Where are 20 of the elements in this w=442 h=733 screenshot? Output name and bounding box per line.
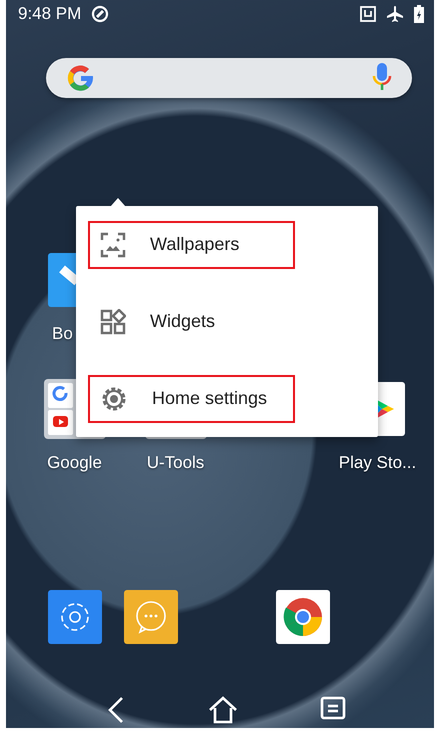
nfc-icon xyxy=(360,6,376,22)
app-label[interactable]: Play Sto... xyxy=(338,453,416,473)
airplane-icon xyxy=(386,4,404,23)
google-g-icon xyxy=(66,62,96,93)
sync-icon xyxy=(91,4,110,23)
widgets-icon xyxy=(100,308,126,334)
microphone-icon xyxy=(372,62,392,93)
settings-icon xyxy=(100,384,128,412)
status-time: 9:48 PM xyxy=(18,4,82,24)
chrome-icon xyxy=(276,590,330,644)
chat-bubble-icon xyxy=(124,590,178,644)
settings-icon xyxy=(48,590,102,644)
battery-icon xyxy=(414,4,424,23)
menu-item[interactable]: Wallpapers xyxy=(88,220,295,268)
menu-item[interactable]: Home settings xyxy=(88,374,295,422)
image-icon xyxy=(100,232,126,258)
app-label[interactable]: U-Tools xyxy=(146,453,204,473)
app-label[interactable]: Bo xyxy=(24,324,73,344)
app-label[interactable]: Google xyxy=(47,453,102,473)
search-bar[interactable] xyxy=(46,58,412,98)
